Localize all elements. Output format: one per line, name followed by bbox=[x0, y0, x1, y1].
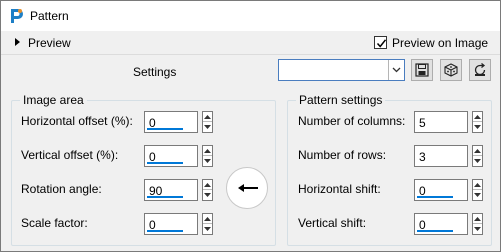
spinner-buttons[interactable] bbox=[472, 111, 483, 133]
spin-up-icon[interactable] bbox=[473, 146, 482, 156]
vertical-shift-spinner[interactable]: 0 bbox=[414, 213, 483, 235]
rotation-angle-spinner[interactable]: 90 bbox=[144, 179, 213, 201]
scale-factor-input[interactable]: 0 bbox=[144, 213, 198, 235]
scale-factor-spinner[interactable]: 0 bbox=[144, 213, 213, 235]
horizontal-offset-input[interactable]: 0 bbox=[144, 111, 198, 133]
value-bar bbox=[417, 230, 453, 232]
spin-up-icon[interactable] bbox=[203, 180, 212, 190]
title-bar[interactable]: Pattern bbox=[1, 1, 500, 31]
vertical-offset-spinner[interactable]: 0 bbox=[144, 145, 213, 167]
image-area-title: Image area bbox=[20, 93, 87, 107]
columns-value: 5 bbox=[419, 116, 426, 130]
spin-up-icon[interactable] bbox=[203, 214, 212, 224]
columns-label: Number of columns: bbox=[298, 114, 406, 128]
settings-preset-combo[interactable] bbox=[278, 59, 405, 81]
vertical-shift-input[interactable]: 0 bbox=[414, 213, 468, 235]
spin-down-icon[interactable] bbox=[473, 190, 482, 200]
scale-factor-label: Scale factor: bbox=[21, 216, 88, 230]
spin-down-icon[interactable] bbox=[203, 224, 212, 234]
reset-icon bbox=[474, 63, 486, 76]
horizontal-offset-label: Horizontal offset (%): bbox=[21, 114, 133, 128]
vertical-offset-label: Vertical offset (%): bbox=[21, 148, 119, 162]
dial-arrow-icon bbox=[238, 184, 258, 192]
spinner-buttons[interactable] bbox=[472, 213, 483, 235]
rotation-angle-label: Rotation angle: bbox=[21, 182, 102, 196]
spin-up-icon[interactable] bbox=[473, 180, 482, 190]
spin-down-icon[interactable] bbox=[203, 190, 212, 200]
value-bar bbox=[147, 196, 183, 198]
divider bbox=[1, 54, 500, 55]
spin-down-icon[interactable] bbox=[473, 122, 482, 132]
preview-toggle[interactable]: Preview bbox=[28, 36, 71, 50]
rows-spinner[interactable]: 3 bbox=[414, 145, 483, 167]
spinner-buttons[interactable] bbox=[202, 179, 213, 201]
preview-on-image-label[interactable]: Preview on Image bbox=[392, 36, 488, 50]
window-title: Pattern bbox=[30, 9, 69, 23]
save-preset-button[interactable] bbox=[411, 59, 433, 81]
rows-label: Number of rows: bbox=[298, 148, 387, 162]
spin-down-icon[interactable] bbox=[473, 224, 482, 234]
pattern-dialog: Pattern Preview Preview on Image Setting… bbox=[0, 0, 501, 252]
preview-row: Preview Preview on Image bbox=[1, 31, 500, 54]
rotation-angle-input[interactable]: 90 bbox=[144, 179, 198, 201]
spinner-buttons[interactable] bbox=[202, 213, 213, 235]
spin-up-icon[interactable] bbox=[203, 146, 212, 156]
horizontal-shift-label: Horizontal shift: bbox=[298, 182, 381, 196]
preview-on-image-checkbox[interactable] bbox=[374, 36, 387, 49]
rows-value: 3 bbox=[419, 150, 426, 164]
spinner-buttons[interactable] bbox=[472, 179, 483, 201]
floppy-disk-icon bbox=[415, 63, 429, 77]
columns-input[interactable]: 5 bbox=[414, 111, 468, 133]
chevron-down-icon[interactable] bbox=[388, 60, 404, 80]
horizontal-shift-spinner[interactable]: 0 bbox=[414, 179, 483, 201]
value-bar bbox=[147, 230, 183, 232]
vertical-offset-input[interactable]: 0 bbox=[144, 145, 198, 167]
spin-down-icon[interactable] bbox=[473, 156, 482, 166]
value-bar bbox=[417, 196, 453, 198]
spin-up-icon[interactable] bbox=[473, 112, 482, 122]
horizontal-offset-spinner[interactable]: 0 bbox=[144, 111, 213, 133]
app-icon bbox=[11, 9, 23, 23]
settings-label: Settings bbox=[133, 65, 177, 79]
reset-button[interactable] bbox=[469, 59, 491, 81]
spinner-buttons[interactable] bbox=[202, 145, 213, 167]
value-bar bbox=[147, 128, 183, 130]
vertical-shift-label: Vertical shift: bbox=[298, 216, 367, 230]
rotation-angle-dial[interactable] bbox=[226, 167, 268, 209]
pattern-settings-title: Pattern settings bbox=[296, 93, 386, 107]
randomize-button[interactable] bbox=[440, 59, 462, 81]
value-bar bbox=[147, 162, 183, 164]
spin-down-icon[interactable] bbox=[203, 122, 212, 132]
spin-down-icon[interactable] bbox=[203, 156, 212, 166]
rows-input[interactable]: 3 bbox=[414, 145, 468, 167]
expand-arrow-icon[interactable] bbox=[15, 38, 20, 46]
columns-spinner[interactable]: 5 bbox=[414, 111, 483, 133]
spin-up-icon[interactable] bbox=[203, 112, 212, 122]
spin-up-icon[interactable] bbox=[473, 214, 482, 224]
horizontal-shift-input[interactable]: 0 bbox=[414, 179, 468, 201]
spinner-buttons[interactable] bbox=[472, 145, 483, 167]
spinner-buttons[interactable] bbox=[202, 111, 213, 133]
dice-icon bbox=[444, 63, 458, 77]
